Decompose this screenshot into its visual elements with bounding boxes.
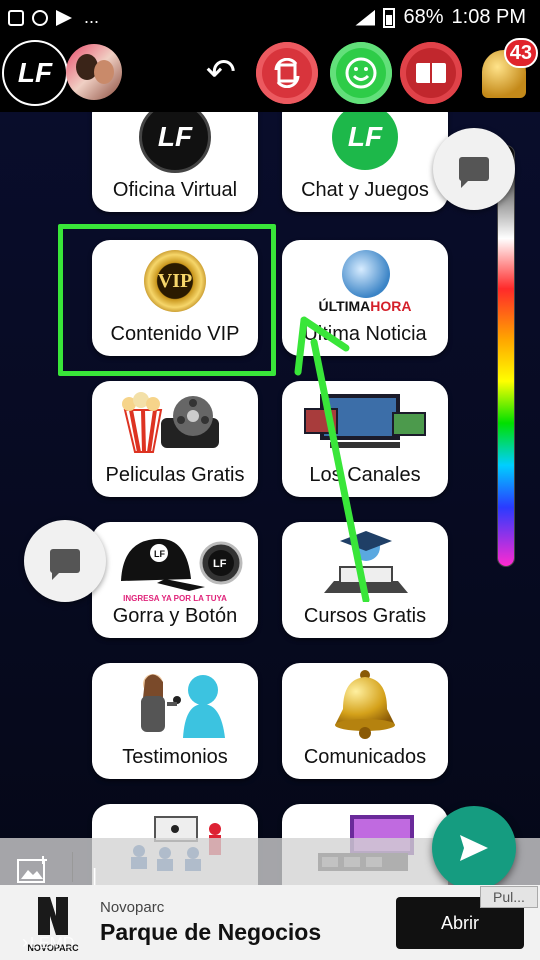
tile-oficina-virtual[interactable]: LF Oficina Virtual — [92, 112, 258, 212]
avatar[interactable] — [66, 44, 122, 100]
tile-label: Gorra y Botón — [112, 605, 238, 627]
lf-green-logo-icon: LF — [332, 112, 398, 170]
tile-label: Comunicados — [303, 746, 427, 768]
tile-label: Última Noticia — [303, 323, 427, 345]
chat-icon — [459, 157, 489, 188]
sync-button[interactable] — [256, 42, 318, 104]
ad-info-chip[interactable]: Pul... — [480, 886, 538, 908]
svg-text:LF: LF — [154, 549, 165, 559]
add-image-icon — [17, 856, 47, 883]
app-top-bar: LF ↶ 43 — [0, 36, 540, 112]
tile-label: Oficina Virtual — [112, 179, 238, 201]
ad-sponsor: Novoparc — [100, 899, 165, 916]
emoji-button[interactable] — [330, 42, 392, 104]
send-button[interactable] — [432, 806, 516, 890]
tile-label: Peliculas Gratis — [105, 464, 245, 486]
composer-divider — [72, 852, 73, 882]
tile-peliculas-gratis[interactable]: Peliculas Gratis — [92, 381, 258, 497]
svg-text:LF: LF — [213, 558, 227, 570]
circle-icon — [32, 9, 48, 26]
tile-gorra-y-boton[interactable]: LF LF INGRESA YA POR LA TUYA Gorra y Bot… — [92, 522, 258, 638]
graduate-laptop-icon — [324, 531, 408, 593]
back-button[interactable]: ↶ — [196, 50, 246, 94]
tile-los-canales[interactable]: Los Canales — [282, 381, 448, 497]
more-notifications: ... — [84, 7, 100, 27]
ad-left-label: LEMD — [30, 935, 75, 952]
chat-bubble-button[interactable] — [433, 128, 515, 210]
gorra-promo-text: INGRESA YA POR LA TUYA — [123, 594, 227, 603]
add-image-button[interactable] — [16, 854, 50, 884]
popcorn-film-icon — [122, 392, 219, 453]
book-icon — [416, 63, 446, 83]
tile-chat-y-juegos[interactable]: LF Chat y Juegos — [282, 112, 448, 212]
tile-contenido-vip[interactable]: VIP Contenido VIP — [92, 240, 258, 356]
tile-label: Contenido VIP — [110, 323, 240, 345]
tv-screens-icon — [304, 394, 426, 448]
notifications-button[interactable]: 43 — [468, 36, 540, 112]
notification-badge: 43 — [503, 38, 538, 68]
tile-ultima-noticia[interactable]: ÚLTIMAHORA Última Noticia — [282, 240, 448, 356]
app-logo[interactable]: LF — [2, 40, 68, 106]
chat-bubble-button-left[interactable] — [24, 520, 106, 602]
status-bar: ... 68% 1:08 PM — [0, 0, 540, 36]
smile-icon — [345, 57, 377, 89]
tile-comunicados[interactable]: Comunicados — [282, 663, 448, 779]
sync-icon — [274, 58, 300, 88]
ad-expand-button[interactable]: › LEMD — [22, 932, 74, 953]
tile-label: Testimonios — [122, 746, 228, 768]
ad-title: Parque de Negocios — [100, 919, 322, 945]
interview-icon — [141, 674, 225, 738]
tile-label: Chat y Juegos — [301, 179, 429, 201]
battery-icon — [383, 7, 396, 28]
undo-icon: ↶ — [205, 51, 237, 92]
send-icon — [460, 835, 488, 861]
color-picker-slider[interactable] — [498, 146, 514, 566]
globe-icon: ÚLTIMAHORA — [310, 248, 420, 314]
tile-label: Los Canales — [309, 464, 421, 486]
book-button[interactable] — [400, 42, 462, 104]
signal-icon — [355, 9, 376, 26]
tile-cursos-gratis[interactable]: Cursos Gratis — [282, 522, 448, 638]
cap-button-icon: LF LF — [121, 538, 243, 591]
tile-testimonios[interactable]: Testimonios — [92, 663, 258, 779]
vip-badge-icon: VIP — [144, 250, 206, 312]
battery-percent: 68% — [403, 6, 444, 28]
image-icon — [8, 9, 24, 26]
telegram-icon — [56, 9, 72, 26]
gold-bell-icon — [335, 670, 395, 739]
chat-icon — [50, 549, 80, 580]
menu-grid[interactable]: LF Oficina Virtual LF Chat y Juegos VIP … — [0, 112, 540, 885]
lf-logo-icon: LF — [139, 112, 211, 173]
app-logo-text: LF — [17, 57, 53, 88]
tile-label: Cursos Gratis — [303, 605, 427, 627]
ad-banner[interactable]: NOVOPARC › LEMD Novoparc Parque de Negoci… — [0, 885, 540, 960]
clock: 1:08 PM — [451, 6, 526, 28]
